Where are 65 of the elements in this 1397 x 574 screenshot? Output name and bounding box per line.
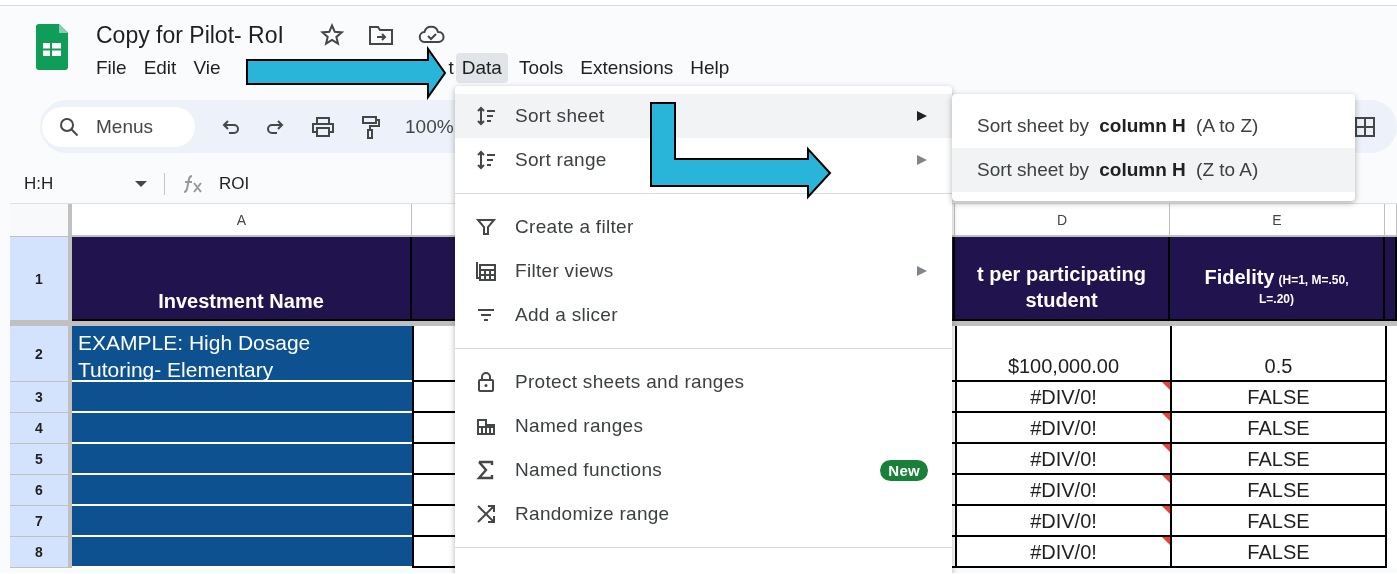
document-title[interactable]: Copy for Pilot- RoI <box>96 21 284 49</box>
header-cell: t per participating student <box>955 237 1170 321</box>
table-icon <box>475 260 497 282</box>
menu-item[interactable]: Data <box>455 53 508 83</box>
zoom-select[interactable]: 100% <box>405 115 454 138</box>
spreadsheet-logo-icon[interactable] <box>36 24 68 70</box>
submenu-option[interactable]: Sort sheet by column H (Z to A) <box>952 148 1355 192</box>
table-cell: FALSE <box>1170 506 1385 537</box>
row-header[interactable]: 1 <box>10 237 72 321</box>
table-cell: #DIV/0! <box>955 444 1170 475</box>
table-cell: $100,000.00 <box>955 326 1170 382</box>
new-badge: New <box>880 459 928 481</box>
menu-option[interactable]: Add a slicer <box>455 293 952 337</box>
name-box[interactable]: H:H <box>24 173 134 194</box>
table-cell: FALSE <box>1170 475 1385 506</box>
menu-item[interactable]: Extensions <box>574 53 680 83</box>
search-field[interactable]: Menus <box>42 106 195 147</box>
menu-option[interactable]: Randomize range <box>455 492 952 536</box>
header-cell: Investment Name <box>72 237 412 321</box>
search-icon <box>58 115 80 138</box>
table-cell: FALSE <box>1170 382 1385 413</box>
function-fx-icon <box>181 172 205 195</box>
table-cell: FALSE <box>1170 537 1385 568</box>
table-cell: #DIV/0! <box>955 413 1170 444</box>
folder-icon[interactable] <box>367 23 394 47</box>
formula-field[interactable]: ROI <box>219 173 250 194</box>
row-header[interactable]: 3 <box>10 382 72 413</box>
shuffle-icon <box>475 503 497 525</box>
lock-icon <box>475 371 497 393</box>
sort-icon <box>475 105 497 127</box>
row-header[interactable]: 7 <box>10 506 72 537</box>
table-cell: #DIV/0! <box>955 537 1170 568</box>
paint-roller-icon[interactable] <box>359 114 381 139</box>
print-icon[interactable] <box>311 115 335 138</box>
menu-option[interactable]: Named ranges <box>455 404 952 448</box>
menu-option[interactable]: Create a filter <box>455 205 952 249</box>
row-header[interactable]: 6 <box>10 475 72 506</box>
table-cell: #DIV/0! <box>955 382 1170 413</box>
menu-option[interactable]: Protect sheets and ranges <box>455 360 952 404</box>
table-cell: #DIV/0! <box>955 475 1170 506</box>
menu-item[interactable]: Help <box>684 53 736 83</box>
table-grid-icon[interactable] <box>1353 114 1377 139</box>
row-header[interactable]: 5 <box>10 444 72 475</box>
menu-option[interactable]: Named functions New <box>455 448 952 492</box>
row-header[interactable]: 8 <box>10 537 72 568</box>
menu-option[interactable]: Sort range <box>455 138 952 182</box>
table-cell: FALSE <box>1170 444 1385 475</box>
filter-icon <box>475 216 497 238</box>
star-icon[interactable] <box>319 23 344 47</box>
menu-item[interactable]: t <box>448 53 454 83</box>
header-cell-text: Fidelity (H=1, M=.50, L=.20) <box>1203 268 1350 308</box>
dropdown-caret-icon[interactable] <box>134 179 148 188</box>
submenu-option[interactable]: Sort sheet by column H (A to Z) <box>952 104 1355 148</box>
menu-option[interactable]: Filter views <box>455 249 952 293</box>
menu-option[interactable]: Sort sheet <box>455 94 952 138</box>
table-cell: 0.5 <box>1170 326 1385 382</box>
menu-item[interactable]: File <box>90 53 133 83</box>
menu-item[interactable]: Vie <box>187 53 227 83</box>
menu-item[interactable]: Tools <box>512 53 570 83</box>
sort-icon <box>475 149 497 171</box>
table-cell: FALSE <box>1170 413 1385 444</box>
table-cell: #DIV/0! <box>955 506 1170 537</box>
row-header[interactable]: 4 <box>10 413 72 444</box>
row-header[interactable]: 2 <box>10 326 72 382</box>
menu-item[interactable]: Edit <box>137 53 183 83</box>
